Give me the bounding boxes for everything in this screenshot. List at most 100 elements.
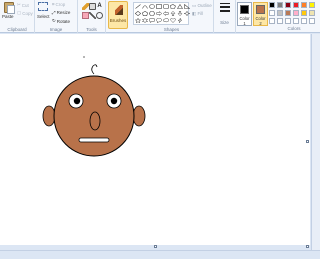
vertical-scrollbar[interactable] [311, 34, 320, 250]
shape-diamond-icon[interactable] [135, 11, 141, 16]
fill-bucket-icon[interactable] [89, 3, 96, 10]
color2-button[interactable]: Color 2 [253, 2, 268, 26]
canvas-resize-handle-corner[interactable] [306, 245, 309, 248]
status-bar [0, 250, 320, 259]
paste-button[interactable]: Paste [1, 0, 17, 22]
mouth [78, 137, 110, 143]
select-icon [38, 2, 48, 11]
canvas-resize-handle-bottom[interactable] [154, 245, 157, 248]
color2-swatch [256, 5, 265, 14]
shape-left-arrow-icon[interactable] [163, 11, 169, 16]
brush-icon [115, 5, 123, 15]
shape-callout-rounded-icon[interactable] [149, 18, 155, 23]
ribbon: Paste ✂ Cut ▢ Copy Clipboard Select ⌗ Cr… [0, 0, 320, 33]
color-picker-icon[interactable] [89, 12, 96, 19]
shape-heart-icon[interactable] [170, 18, 176, 23]
palette-swatch[interactable] [293, 18, 299, 24]
shape-right-arrow-icon[interactable] [156, 11, 162, 16]
shape-callout-cloud-icon[interactable] [163, 18, 169, 23]
shape-hexagon-icon[interactable] [149, 11, 155, 16]
pencil-icon[interactable] [82, 3, 89, 10]
select-button[interactable]: Select [35, 0, 51, 22]
resize-icon: ⤢ [52, 10, 56, 15]
palette-swatch[interactable] [277, 10, 283, 16]
copy-button[interactable]: ▢ Copy [17, 10, 33, 16]
shape-callout-oval-icon[interactable] [156, 18, 162, 23]
shape-rounded-rectangle-icon[interactable] [163, 4, 169, 9]
palette-swatch[interactable] [293, 2, 299, 8]
brushes-button[interactable]: Brushes [108, 1, 128, 29]
palette-swatch[interactable] [301, 18, 307, 24]
palette-swatch[interactable] [269, 10, 275, 16]
rotate-button[interactable]: ↻ Rotate [52, 18, 70, 24]
shape-pentagon-icon[interactable] [142, 11, 148, 16]
shapes-group-label: Shapes [163, 27, 180, 32]
cut-button[interactable]: ✂ Cut [17, 2, 29, 8]
outline-button[interactable]: ▭ Outline [192, 3, 212, 9]
shape-five-point-star-icon[interactable] [135, 18, 141, 23]
shape-up-arrow-icon[interactable] [170, 11, 176, 16]
image-group-label: Image [49, 27, 63, 32]
crop-label: Crop [55, 2, 66, 7]
color-palette [269, 2, 319, 24]
paste-icon [4, 2, 15, 14]
shape-triangle-icon[interactable] [177, 4, 183, 9]
scissors-icon: ✂ [17, 2, 21, 7]
outline-icon: ▭ [192, 3, 197, 8]
hair-curl [91, 64, 98, 75]
palette-swatch[interactable] [285, 10, 291, 16]
palette-swatch[interactable] [285, 18, 291, 24]
resize-button[interactable]: ⤢ Resize [52, 10, 70, 15]
clipboard-group: Paste ✂ Cut ▢ Copy Clipboard [0, 0, 35, 33]
palette-swatch[interactable] [301, 2, 307, 8]
shape-right-triangle-icon[interactable] [184, 4, 190, 9]
size-group[interactable]: Size [214, 0, 236, 33]
tools-group-label: Tools [86, 27, 97, 32]
fill-label: Fill [197, 11, 204, 16]
color2-label: Color 2 [255, 16, 266, 26]
color1-swatch [240, 5, 249, 14]
palette-swatch[interactable] [301, 10, 307, 16]
palette-swatch[interactable] [285, 2, 291, 8]
shape-line-icon[interactable] [135, 4, 141, 9]
shape-oval-icon[interactable] [149, 4, 155, 9]
copy-icon: ▢ [17, 10, 22, 15]
drawing-canvas[interactable] [0, 34, 310, 245]
colors-group-label: Colors [287, 26, 301, 31]
palette-swatch[interactable] [269, 2, 275, 8]
rotate-label: Rotate [56, 18, 71, 24]
palette-swatch[interactable] [309, 2, 315, 8]
palette-swatch[interactable] [269, 18, 275, 24]
shape-rectangle-icon[interactable] [156, 4, 162, 9]
shape-lightning-icon[interactable] [177, 18, 183, 23]
palette-swatch[interactable] [277, 18, 283, 24]
rotate-icon: ↻ [52, 18, 56, 23]
left-ear [42, 105, 56, 127]
shape-polygon-icon[interactable] [170, 4, 176, 9]
tools-group: A Tools [78, 0, 106, 33]
crop-icon: ⌗ [52, 2, 55, 7]
canvas-resize-handle-right[interactable] [306, 140, 309, 143]
cut-label: Cut [21, 2, 29, 8]
shape-four-point-star-icon[interactable] [184, 11, 190, 16]
line-size-icon [220, 3, 230, 13]
fill-button[interactable]: ◧ Fill [192, 11, 203, 17]
color1-button[interactable]: Color 1 [237, 2, 252, 26]
drawing-svg [42, 56, 146, 157]
eraser-icon[interactable] [82, 12, 89, 19]
magnifier-icon[interactable] [96, 12, 103, 19]
palette-swatch[interactable] [293, 10, 299, 16]
left-pupil [73, 97, 81, 105]
shape-down-arrow-icon[interactable] [177, 11, 183, 16]
text-icon[interactable]: A [96, 3, 103, 10]
palette-swatch[interactable] [309, 10, 315, 16]
color1-label: Color 1 [239, 16, 250, 26]
palette-swatch[interactable] [277, 2, 283, 8]
palette-swatch[interactable] [309, 18, 315, 24]
shapes-gallery [133, 2, 190, 25]
shape-curve-icon[interactable] [142, 4, 148, 9]
paste-label: Paste [2, 14, 14, 19]
select-label: Select [37, 14, 50, 19]
crop-button[interactable]: ⌗ Crop [52, 2, 65, 7]
shape-six-point-star-icon[interactable] [142, 18, 148, 23]
